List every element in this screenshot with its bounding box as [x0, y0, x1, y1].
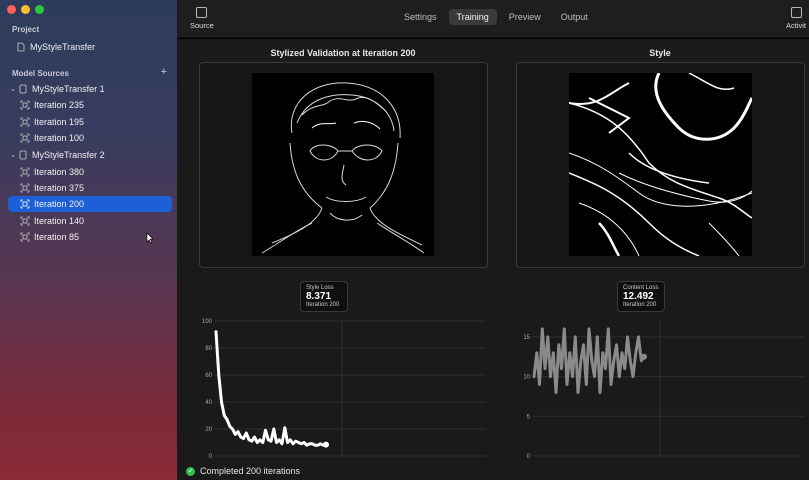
- checkmark-icon: ✓: [186, 466, 195, 476]
- project-section-label: Project: [12, 25, 40, 34]
- sidebar-item-iteration[interactable]: Iteration 375: [20, 180, 172, 196]
- chevron-down-icon[interactable]: ⌄: [8, 85, 18, 93]
- add-source-button[interactable]: +: [161, 66, 167, 78]
- checkpoint-icon: [20, 100, 30, 110]
- y-tick-label: 20: [205, 427, 212, 433]
- sidebar-item-iteration[interactable]: Iteration 100: [20, 130, 172, 146]
- data-point: [641, 353, 647, 360]
- style-loss-iteration: Iteration 200: [306, 302, 340, 308]
- activity-button[interactable]: Activit: [786, 7, 806, 30]
- checkpoint-icon: [20, 117, 30, 127]
- sidebar-item-iteration[interactable]: Iteration 235: [20, 97, 172, 113]
- training-panel: Stylized Validation at Iteration 200 Sty…: [178, 39, 809, 462]
- item-label: Iteration 140: [34, 216, 85, 226]
- validation-title: Stylized Validation at Iteration 200: [270, 48, 416, 58]
- status-text: Completed 200 iterations: [200, 466, 301, 476]
- checkpoint-icon: [20, 167, 30, 177]
- y-tick-label: 15: [523, 335, 530, 341]
- tab-output[interactable]: Output: [553, 9, 596, 25]
- checkpoint-icon: [20, 133, 30, 143]
- y-tick-label: 80: [205, 346, 212, 352]
- tab-settings[interactable]: Settings: [396, 9, 445, 25]
- y-tick-label: 0: [527, 454, 531, 460]
- chevron-down-icon[interactable]: ⌄: [8, 151, 18, 159]
- close-window-button[interactable]: [7, 5, 16, 14]
- content-loss-iteration: Iteration 200: [623, 302, 657, 308]
- style-image: [569, 73, 752, 256]
- y-tick-label: 100: [202, 319, 213, 325]
- item-label: Iteration 235: [34, 100, 85, 110]
- series-line-0: [214, 330, 328, 447]
- style-title: Style: [649, 48, 671, 58]
- checkpoint-icon: [20, 199, 30, 209]
- source-icon: [196, 7, 208, 18]
- style-loss-value: 8.371: [306, 291, 332, 302]
- style-loss-tooltip: Style Loss 8.371 Iteration 200: [300, 281, 348, 312]
- project-item[interactable]: MyStyleTransfer: [16, 39, 172, 55]
- mouse-cursor-icon: [146, 232, 154, 244]
- model-group-1[interactable]: ⌄ MyStyleTransfer 1: [8, 81, 172, 97]
- checkpoint-icon: [20, 232, 30, 242]
- project-name: MyStyleTransfer: [30, 42, 96, 52]
- sidebar-item-iteration-selected[interactable]: Iteration 200: [8, 196, 172, 212]
- item-label: Iteration 380: [34, 167, 85, 177]
- document-icon: [16, 42, 26, 52]
- item-label: Iteration 200: [34, 199, 85, 209]
- zoom-window-button[interactable]: [35, 5, 44, 14]
- model-icon: [18, 150, 28, 160]
- tab-preview[interactable]: Preview: [501, 9, 549, 25]
- style-image-frame: [516, 62, 805, 268]
- content-loss-tooltip: Content Loss 12.492 Iteration 200: [617, 281, 665, 312]
- y-tick-label: 0: [209, 454, 213, 460]
- tab-training[interactable]: Training: [448, 9, 497, 25]
- toolbar: Source Settings Training Preview Output …: [178, 0, 809, 38]
- window-controls: [7, 5, 44, 14]
- model-icon: [18, 84, 28, 94]
- data-point: [323, 441, 329, 448]
- item-label: Iteration 85: [34, 232, 80, 242]
- item-label: Iteration 100: [34, 133, 85, 143]
- model-group-2[interactable]: ⌄ MyStyleTransfer 2: [8, 147, 172, 163]
- group-name: MyStyleTransfer 1: [32, 84, 105, 94]
- source-label: Source: [190, 21, 214, 30]
- activity-icon: [790, 7, 802, 18]
- sidebar-item-iteration[interactable]: Iteration 140: [20, 213, 172, 229]
- source-button[interactable]: Source: [190, 7, 214, 30]
- tab-bar: Settings Training Preview Output: [396, 9, 596, 25]
- minimize-window-button[interactable]: [21, 5, 30, 14]
- stylized-validation-image: [252, 73, 434, 256]
- series-line-1: [532, 327, 646, 394]
- sidebar-item-iteration[interactable]: Iteration 380: [20, 164, 172, 180]
- y-tick-label: 5: [527, 414, 531, 420]
- y-tick-label: 40: [205, 400, 212, 406]
- checkpoint-icon: [20, 183, 30, 193]
- model-sources-label: Model Sources: [12, 69, 69, 78]
- item-label: Iteration 375: [34, 183, 85, 193]
- validation-image-frame: [199, 62, 488, 268]
- sidebar: Project MyStyleTransfer Model Sources + …: [0, 0, 178, 480]
- status-bar: ✓ Completed 200 iterations: [178, 462, 809, 480]
- y-tick-label: 60: [205, 373, 212, 379]
- checkpoint-icon: [20, 216, 30, 226]
- item-label: Iteration 195: [34, 117, 85, 127]
- y-tick-label: 10: [523, 375, 530, 381]
- style-loss-chart: 0 20 40 60 80 100: [202, 319, 486, 460]
- group-name: MyStyleTransfer 2: [32, 150, 105, 160]
- content-loss-chart: 0 5 10 15: [523, 321, 804, 460]
- activity-label: Activit: [786, 21, 807, 30]
- sidebar-item-iteration[interactable]: Iteration 195: [20, 114, 172, 130]
- content-loss-value: 12.492: [623, 291, 654, 302]
